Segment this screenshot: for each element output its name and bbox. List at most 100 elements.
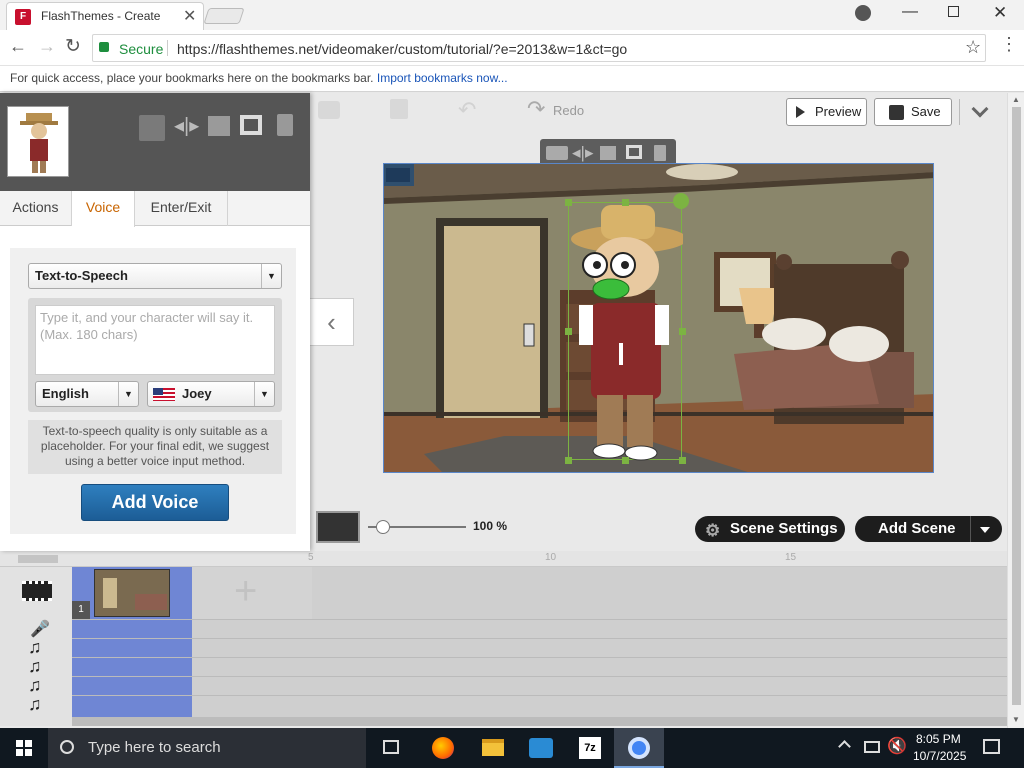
address-bar[interactable]: Secure https://flashthemes.net/videomake…: [92, 34, 986, 62]
tab-enter-exit[interactable]: Enter/Exit: [135, 191, 228, 226]
preview-button[interactable]: Preview: [786, 98, 867, 126]
timeline-hscroll[interactable]: [72, 717, 1007, 726]
tray-chevron-icon[interactable]: [838, 740, 851, 753]
browser-tab-strip: F FlashThemes - Create ✕ — ✕: [0, 0, 1024, 30]
video-maker-app: ↶ ↷ Redo Preview Save ◂|▸ 100 % ⚙ Scene …: [0, 93, 1024, 728]
scene-thumbnail[interactable]: [94, 569, 170, 617]
swap-icon[interactable]: [546, 146, 568, 160]
swap-icon[interactable]: [139, 115, 165, 141]
bring-front-icon[interactable]: [240, 115, 262, 135]
handle-top-left[interactable]: [565, 199, 572, 206]
bring-front-icon[interactable]: [626, 145, 642, 159]
trash-icon[interactable]: [654, 145, 666, 161]
zoom-slider[interactable]: [368, 520, 466, 534]
handle-bottom[interactable]: [622, 457, 629, 464]
clock-time[interactable]: 8:05 PM: [916, 732, 961, 746]
tab-voice[interactable]: Voice: [72, 191, 135, 227]
volume-muted-icon[interactable]: 🔇: [887, 736, 907, 756]
secure-label: Secure: [119, 41, 164, 57]
save-button[interactable]: Save: [874, 98, 952, 126]
voice-panel: Text-to-Speech ▼ Type it, and your chara…: [10, 248, 296, 534]
add-scene-chevron-icon[interactable]: [980, 527, 990, 533]
new-tab-button[interactable]: [203, 8, 245, 24]
more-chevron-icon[interactable]: [971, 100, 989, 118]
bookmarks-hint: For quick access, place your bookmarks h…: [10, 71, 374, 85]
file-explorer-icon[interactable]: [482, 739, 504, 756]
sevenzip-icon[interactable]: 7z: [579, 737, 601, 759]
browser-tab-active[interactable]: F FlashThemes - Create ✕: [6, 2, 204, 30]
taskbar-search-box[interactable]: Type here to search: [48, 728, 366, 768]
browser-menu-icon[interactable]: ⋮: [1000, 34, 1018, 55]
scroll-up-icon[interactable]: ▲: [1012, 95, 1020, 104]
zoom-slider-thumb[interactable]: [376, 520, 390, 534]
handle-top[interactable]: [622, 199, 629, 206]
scene-stage[interactable]: [383, 163, 934, 473]
ruler-tick-5: 5: [308, 552, 314, 563]
character-selection-box[interactable]: [565, 193, 689, 464]
flip-icon[interactable]: ◂|▸: [174, 113, 199, 138]
scene-thumb-bed: [135, 594, 167, 610]
tts-text-input[interactable]: Type it, and your character will say it.…: [35, 305, 275, 375]
windows-start-icon[interactable]: [16, 740, 32, 756]
search-icon: [60, 740, 74, 754]
bookmarks-bar: For quick access, place your bookmarks h…: [0, 66, 1024, 92]
add-scene-divider: [970, 516, 971, 542]
bookmark-star-icon[interactable]: ☆: [965, 37, 981, 58]
track-labels: 🎤 ♫ ♫ ♫ ♫: [0, 567, 72, 726]
camera-icon[interactable]: [316, 511, 360, 543]
clock-date[interactable]: 10/7/2025: [913, 749, 966, 763]
lock-icon: [99, 42, 109, 52]
handle-bottom-left[interactable]: [565, 457, 572, 464]
music-note-icon: ♫: [28, 694, 42, 714]
add-scene-placeholder[interactable]: +: [192, 567, 312, 619]
firefox-icon[interactable]: [432, 737, 454, 759]
collapse-panel-button[interactable]: ‹: [310, 298, 354, 346]
restore-button[interactable]: [948, 6, 959, 17]
send-back-icon[interactable]: [600, 146, 616, 160]
scene-thumb-door: [103, 578, 117, 608]
film-strip-icon: [22, 581, 52, 601]
add-voice-button[interactable]: Add Voice: [81, 484, 229, 521]
network-icon[interactable]: [864, 741, 880, 753]
minimize-button[interactable]: —: [902, 3, 918, 21]
forward-arrow-icon[interactable]: →: [38, 36, 56, 57]
handle-left[interactable]: [565, 328, 572, 335]
flip-icon[interactable]: ◂|▸: [572, 143, 593, 163]
redo-arrow-icon[interactable]: ↷: [527, 96, 545, 122]
scroll-thumb[interactable]: [1012, 107, 1021, 705]
preview-label: Preview: [815, 104, 862, 119]
page-scrollbar[interactable]: ▲ ▼: [1007, 93, 1024, 728]
paint-icon[interactable]: [529, 738, 553, 758]
chrome-icon[interactable]: [628, 737, 650, 759]
url-text: https://flashthemes.net/videomaker/custo…: [177, 41, 628, 57]
close-window-button[interactable]: ✕: [993, 3, 1007, 23]
language-dropdown[interactable]: English ▼: [35, 381, 139, 407]
reload-icon[interactable]: ↻: [65, 35, 81, 58]
tts-input-group: Type it, and your character will say it.…: [28, 298, 282, 412]
voice-dropdown[interactable]: Joey ▼: [147, 381, 275, 407]
rotate-handle-icon[interactable]: [673, 193, 689, 209]
handle-bottom-right[interactable]: [679, 457, 686, 464]
scroll-down-icon[interactable]: ▼: [1012, 715, 1020, 724]
redo-label[interactable]: Redo: [553, 103, 584, 118]
trash-icon[interactable]: [277, 114, 293, 136]
import-bookmarks-link[interactable]: Import bookmarks now...: [377, 71, 508, 85]
voice-type-dropdown[interactable]: Text-to-Speech ▼: [28, 263, 282, 289]
tab-actions[interactable]: Actions: [0, 191, 72, 226]
task-view-icon[interactable]: [383, 740, 399, 754]
handle-right[interactable]: [679, 328, 686, 335]
timeline-tracks: 1 +: [72, 567, 1007, 726]
back-arrow-icon[interactable]: ←: [9, 36, 27, 57]
tab-close-icon[interactable]: ✕: [183, 6, 196, 26]
notifications-icon[interactable]: [983, 739, 1000, 754]
send-back-icon[interactable]: [208, 116, 230, 136]
scene-settings-button[interactable]: ⚙ Scene Settings: [695, 516, 845, 542]
profile-icon[interactable]: [855, 5, 871, 21]
undo-icon: [318, 101, 340, 119]
music-note-icon: ♫: [28, 675, 42, 695]
add-scene-label: Add Scene: [878, 520, 956, 537]
copy-icon: [390, 99, 408, 119]
chevron-left-icon: ‹: [327, 307, 336, 337]
add-scene-button[interactable]: Add Scene: [855, 516, 1002, 542]
ruler-tick-15: 15: [785, 552, 797, 563]
